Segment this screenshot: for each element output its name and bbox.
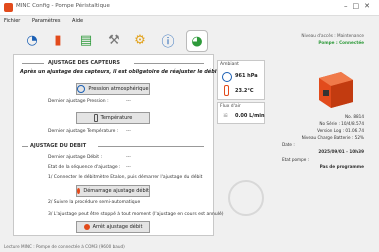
title-bar: MINC Config - Pompe Péristaltique –□✕: [0, 0, 379, 16]
stop-icon: [83, 224, 90, 230]
pump-icon: ▮: [54, 32, 62, 48]
divider: [22, 146, 28, 147]
temperature-button-label: Température: [100, 115, 133, 121]
menu-bar: Fichier Paramètres Aide: [0, 16, 379, 26]
pressure-icon: [77, 85, 86, 93]
app-icon: [4, 3, 13, 12]
pump-connection-status: Pompe : Connectée: [318, 40, 364, 45]
speedometer-icon: ◕: [191, 33, 203, 49]
menu-parametres[interactable]: Paramètres: [32, 18, 61, 24]
last-pressure-value: ---: [126, 99, 131, 104]
flow-section-title: AJUSTAGE DU DEBIT: [30, 143, 87, 149]
device-battery: Niveau Charge Batterie : 52%: [301, 135, 364, 140]
start-calibration-button[interactable]: Démarrage ajustage débit: [76, 185, 150, 197]
divider: [22, 63, 44, 64]
airflow-icon: ≌: [223, 112, 229, 119]
step1-text: 1/ Connecter le débitmètre Etalon, puis …: [48, 175, 203, 180]
pump-state-label: Etat pompe :: [282, 157, 310, 162]
gauge-icon: ◔: [26, 32, 38, 48]
gears-icon: ⚙: [134, 32, 146, 48]
chart-icon: ▤: [79, 32, 93, 48]
airflow-title: Flux d'air: [220, 104, 241, 109]
ambient-group: Ambiant 961 hPa 23.2°C: [217, 60, 265, 100]
airflow-value: 0.00 L/min: [235, 113, 265, 119]
last-flow-label: Dernier ajustage Débit :: [48, 155, 102, 160]
tab-tools[interactable]: ⚒: [104, 30, 124, 50]
divider: [98, 146, 204, 147]
start-icon: [77, 188, 81, 194]
ambient-title: Ambiant: [220, 62, 239, 67]
device-version: Version Log : 01.06.74: [317, 128, 364, 133]
sensors-warning: Après un ajustage des capteurs, il est o…: [20, 69, 219, 75]
last-temp-label: Dernier ajustage Température :: [48, 129, 119, 134]
pressure-gauge-icon: [222, 72, 232, 82]
ambient-pressure: 961 hPa: [235, 73, 258, 79]
window-controls[interactable]: –□✕: [344, 2, 375, 10]
ambient-temperature: 23.2°C: [235, 88, 254, 94]
last-flow-value: ---: [126, 155, 131, 160]
pump-device-image: [319, 72, 353, 108]
access-level: Niveau d'accès : Maintenance: [301, 33, 364, 38]
step2-text: 2/ Suivre la procédure semi-automatique: [48, 200, 141, 205]
start-button-label: Démarrage ajustage débit: [83, 188, 149, 194]
pressure-button-label: Pression atmosphérique: [88, 86, 149, 92]
tab-gears[interactable]: ⚙: [130, 30, 150, 50]
tab-chart[interactable]: ▤: [76, 30, 96, 50]
pump-state-value: Pas de programme: [319, 164, 364, 169]
device-number: No. 8814: [345, 114, 364, 119]
thermometer-icon: [224, 85, 229, 96]
airflow-group: Flux d'air ≌ 0.00 L/min: [217, 102, 265, 124]
last-pressure-label: Dernier ajustage Pression :: [48, 99, 109, 104]
divider: [134, 63, 204, 64]
step3-text: 3/ L'ajustage peut être stoppé à tout mo…: [48, 212, 224, 217]
stop-button-label: Arrêt ajustage débit: [92, 224, 143, 230]
window-title: MINC Config - Pompe Péristaltique: [16, 3, 110, 9]
tab-gauge[interactable]: ◔: [22, 30, 42, 50]
thermometer-icon: [93, 114, 98, 122]
sequence-state-label: Etat de la séquence d'ajustage :: [48, 165, 121, 170]
sensors-section-title: AJUSTAGE DES CAPTEURS: [48, 60, 120, 66]
info-icon: ⓘ: [161, 34, 175, 50]
device-date-value: 2025/09/01 - 10h39: [318, 149, 364, 154]
device-date-label: Date :: [282, 142, 295, 147]
tools-icon: ⚒: [108, 32, 120, 48]
temperature-button[interactable]: Température: [76, 112, 150, 124]
status-bar: Lecture MINC : Pompe de connectée à COM3…: [0, 242, 379, 252]
menu-fichier[interactable]: Fichier: [4, 18, 20, 24]
status-text: Lecture MINC : Pompe de connectée à COM3…: [4, 244, 125, 249]
progress-spinner: [228, 180, 264, 216]
calibration-panel: AJUSTAGE DES CAPTEURS Après un ajustage …: [13, 54, 224, 236]
last-temp-value: ---: [126, 129, 131, 134]
menu-aide[interactable]: Aide: [72, 18, 83, 24]
sequence-state-value: ---: [126, 165, 131, 170]
tab-calibration[interactable]: ◕: [186, 30, 208, 52]
pressure-button[interactable]: Pression atmosphérique: [76, 83, 150, 95]
stop-calibration-button[interactable]: Arrêt ajustage débit: [76, 221, 150, 233]
device-serial: No Série : 10/4/8.574: [319, 121, 364, 126]
tab-pump[interactable]: ▮: [48, 30, 68, 50]
tab-info[interactable]: ⓘ: [158, 30, 178, 50]
